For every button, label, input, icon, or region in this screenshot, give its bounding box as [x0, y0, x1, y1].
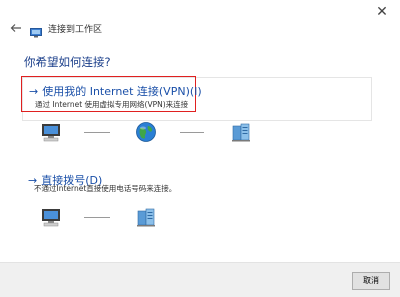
cancel-button[interactable]: 取消 [352, 272, 390, 290]
dial-up-option-description: 不通过Internet直接使用电话号码来连接。 [34, 184, 177, 193]
computer-icon [40, 121, 62, 143]
vpn-option[interactable]: → 使用我的 Internet 连接(VPN)(I) 通过 Internet 使用… [21, 76, 372, 121]
server-icon [230, 121, 252, 143]
connection-line [84, 217, 110, 218]
vpn-option-description: 通过 Internet 使用虚拟专用网络(VPN)来连接 [35, 100, 189, 109]
vpn-option-title[interactable]: → 使用我的 Internet 连接(VPN)(I) [29, 83, 202, 99]
arrow-right-icon: → [29, 85, 39, 98]
title-bar: 连接到工作区 [8, 20, 103, 38]
computer-icon [40, 206, 62, 228]
page-question: 你希望如何连接? [24, 55, 111, 69]
connection-line [84, 132, 110, 133]
window-title: 连接到工作区 [48, 24, 103, 35]
back-arrow-icon[interactable] [8, 20, 24, 36]
server-icon [135, 206, 157, 228]
connection-line [180, 132, 204, 133]
vpn-diagram [40, 121, 270, 143]
dial-up-option[interactable]: → 直接拨号(D) 不通过Internet直接使用电话号码来连接。 [22, 167, 370, 195]
network-icon [30, 23, 42, 38]
globe-icon [135, 121, 157, 143]
dial-up-diagram [40, 206, 170, 228]
footer-bar [0, 262, 400, 297]
close-button[interactable]: ✕ [374, 4, 390, 20]
vpn-option-label: 使用我的 Internet 连接(VPN)(I) [42, 85, 202, 98]
